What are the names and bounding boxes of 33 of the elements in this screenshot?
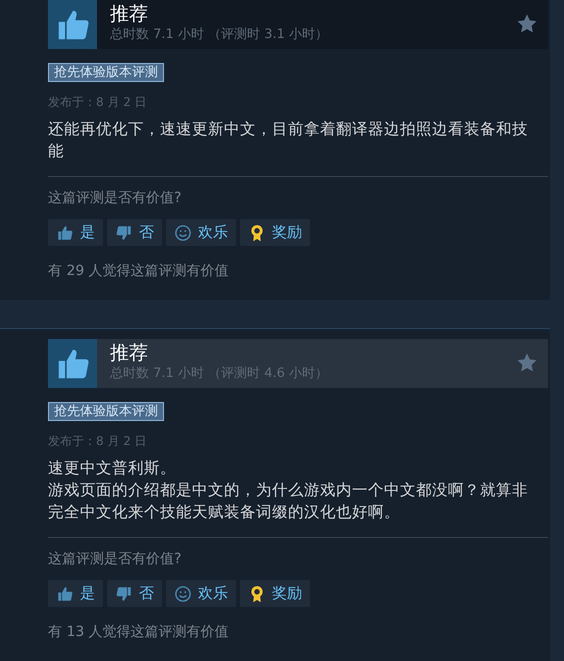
- playtime-text: 总时数 7.1 小时 （评测时 3.1 小时）: [110, 26, 328, 44]
- vote-button[interactable]: 欢乐: [166, 219, 236, 246]
- vote-button[interactable]: 是: [48, 219, 103, 246]
- review-verdict: 推荐: [110, 341, 149, 365]
- playtime-text: 总时数 7.1 小时 （评测时 4.6 小时）: [110, 365, 328, 383]
- helpful-question: 这篇评测是否有价值?: [48, 550, 182, 568]
- helpful-question: 这篇评测是否有价值?: [48, 189, 182, 207]
- thumbs-down-icon: [115, 584, 133, 602]
- star-icon[interactable]: [516, 13, 538, 35]
- vote-button[interactable]: 奖励: [240, 219, 310, 246]
- star-icon[interactable]: [516, 352, 538, 374]
- smiley-icon: [174, 584, 192, 602]
- vote-button[interactable]: 奖励: [240, 580, 310, 607]
- early-access-tag: 抢先体验版本评测: [48, 402, 164, 421]
- thumbs-up-icon: [48, 339, 97, 388]
- thumbs-up-icon: [48, 0, 97, 49]
- post-date: 发布于：8 月 2 日: [48, 433, 148, 449]
- thumbs-up-icon: [56, 224, 74, 242]
- vote-button[interactable]: 否: [107, 580, 162, 607]
- review-text: 还能再优化下，速速更新中文，目前拿着翻译器边拍照边看装备和技能: [48, 119, 529, 162]
- smiley-icon: [174, 224, 192, 242]
- review-text: 速更中文普利斯。: [48, 458, 177, 479]
- helpful-count: 有 29 人觉得这篇评测有价值: [48, 262, 230, 280]
- post-date: 发布于：8 月 2 日: [48, 94, 148, 110]
- early-access-tag: 抢先体验版本评测: [48, 63, 164, 82]
- thumbs-up-icon: [56, 584, 74, 602]
- vote-button[interactable]: 是: [48, 580, 103, 607]
- vote-button[interactable]: 欢乐: [166, 580, 236, 607]
- helpful-count: 有 13 人觉得这篇评测有价值: [48, 623, 230, 641]
- vote-button[interactable]: 否: [107, 219, 162, 246]
- thumbs-down-icon: [115, 224, 133, 242]
- review-text: 游戏页面的介绍都是中文的，为什么游戏内一个中文都没啊？就算非完全中文化来个技能天赋装备词缀的汉化也好啊。: [48, 480, 529, 523]
- review-verdict: 推荐: [110, 2, 149, 26]
